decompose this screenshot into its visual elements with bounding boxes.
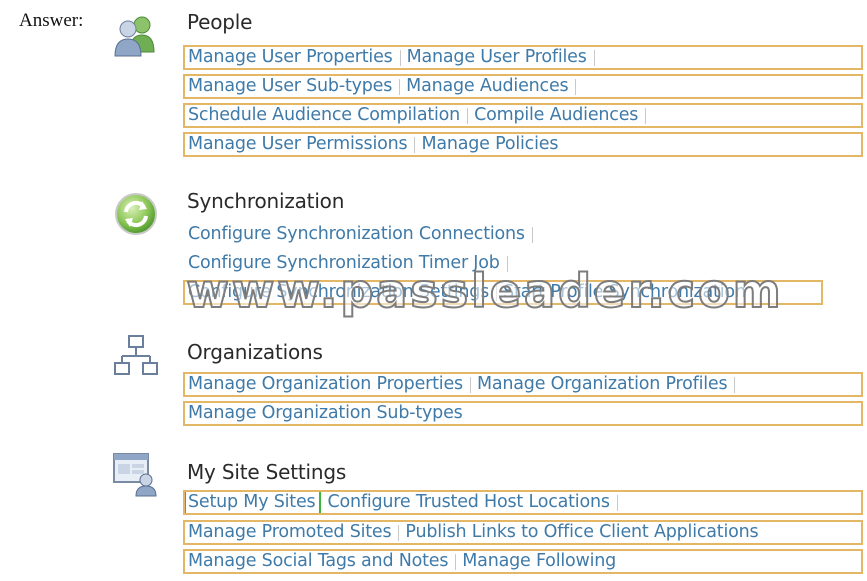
link-separator (616, 494, 618, 511)
link-separator (469, 376, 471, 393)
link-separator (645, 107, 647, 124)
my-site-icon (112, 450, 160, 498)
section-title-synchronization: Synchronization (187, 189, 345, 213)
org-row-1: Manage Organization Properties Manage Or… (183, 372, 863, 397)
configure-sync-timer-job-link[interactable]: Configure Synchronization Timer Job (188, 253, 504, 274)
manage-policies-link[interactable]: Manage Policies (421, 134, 562, 155)
start-profile-sync-link[interactable]: Start Profile Synchronization (503, 282, 750, 303)
configure-trusted-host-locations-link[interactable]: Configure Trusted Host Locations (327, 492, 613, 513)
manage-org-profiles-link[interactable]: Manage Organization Profiles (477, 374, 731, 395)
people-row-1: Manage User Properties Manage User Profi… (183, 45, 863, 70)
publish-links-office-link[interactable]: Publish Links to Office Client Applicati… (405, 522, 762, 543)
mysite-row-1: Setup My Sites Configure Trusted Host Lo… (183, 490, 863, 515)
org-chart-icon (112, 333, 160, 381)
section-title-people: People (187, 10, 253, 34)
sync-row-1: Configure Synchronization Connections (183, 222, 863, 247)
compile-audiences-link[interactable]: Compile Audiences (474, 105, 642, 126)
link-separator (399, 49, 401, 66)
link-separator (398, 524, 400, 541)
link-separator (531, 226, 533, 243)
link-separator (496, 284, 498, 301)
mysite-row-3: Manage Social Tags and Notes Manage Foll… (183, 549, 863, 574)
manage-audiences-link[interactable]: Manage Audiences (406, 76, 572, 97)
link-separator (734, 376, 736, 393)
manage-promoted-sites-link[interactable]: Manage Promoted Sites (188, 522, 395, 543)
people-row-3: Schedule Audience Compilation Compile Au… (183, 103, 863, 128)
sync-icon (112, 190, 160, 238)
manage-org-subtypes-link[interactable]: Manage Organization Sub-types (188, 403, 467, 424)
people-row-2: Manage User Sub-types Manage Audiences (183, 74, 863, 99)
configure-sync-connections-link[interactable]: Configure Synchronization Connections (188, 224, 529, 245)
manage-following-link[interactable]: Manage Following (462, 551, 620, 572)
org-row-2: Manage Organization Sub-types (183, 401, 863, 426)
link-separator (455, 553, 457, 570)
people-icon (112, 12, 160, 60)
link-separator (593, 49, 595, 66)
schedule-audience-compilation-link[interactable]: Schedule Audience Compilation (188, 105, 464, 126)
link-separator (506, 255, 508, 272)
people-row-4: Manage User Permissions Manage Policies (183, 132, 863, 157)
section-title-my-site-settings: My Site Settings (187, 460, 347, 484)
sync-row-2: Configure Synchronization Timer Job (183, 251, 863, 276)
manage-user-profiles-link[interactable]: Manage User Profiles (407, 47, 591, 68)
manage-user-subtypes-link[interactable]: Manage User Sub-types (188, 76, 396, 97)
link-separator (575, 78, 577, 95)
manage-user-properties-link[interactable]: Manage User Properties (188, 47, 397, 68)
manage-org-properties-link[interactable]: Manage Organization Properties (188, 374, 467, 395)
answer-label: Answer: (19, 10, 84, 31)
link-separator (399, 78, 401, 95)
sync-row-3: Configure Synchronization Settings Start… (183, 280, 823, 305)
manage-user-permissions-link[interactable]: Manage User Permissions (188, 134, 411, 155)
setup-my-sites-link[interactable]: Setup My Sites (185, 492, 322, 513)
link-separator (414, 136, 416, 153)
section-title-organizations: Organizations (187, 340, 323, 364)
mysite-row-2: Manage Promoted Sites Publish Links to O… (183, 520, 863, 545)
link-separator (467, 107, 469, 124)
configure-sync-settings-link[interactable]: Configure Synchronization Settings (188, 282, 493, 303)
manage-social-tags-link[interactable]: Manage Social Tags and Notes (188, 551, 452, 572)
